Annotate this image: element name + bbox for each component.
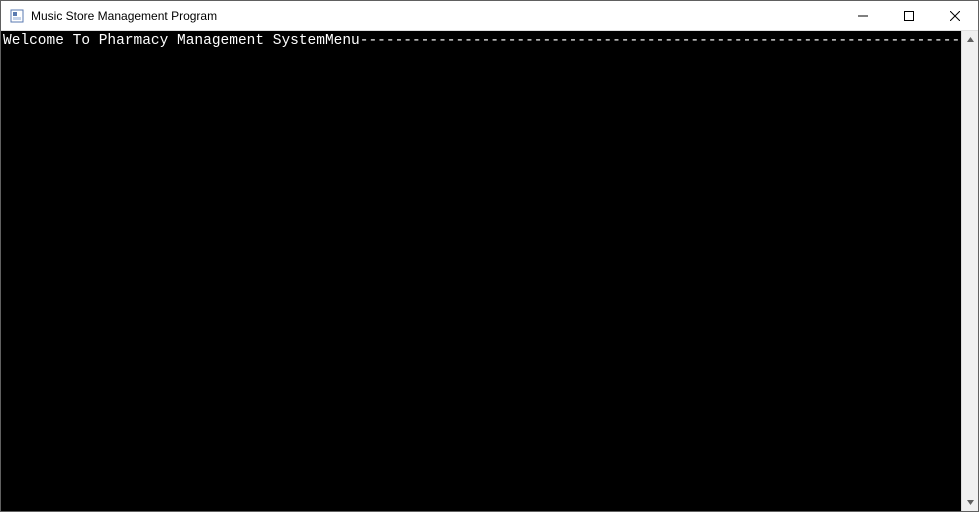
- scroll-down-button[interactable]: [962, 494, 978, 511]
- welcome-text: Welcome To Pharmacy Management System: [3, 33, 325, 49]
- app-window: Music Store Management Program Welcome T…: [0, 0, 979, 512]
- console-output: Welcome To Pharmacy Management SystemMen…: [1, 31, 961, 511]
- titlebar: Music Store Management Program: [1, 1, 978, 31]
- client-area: Welcome To Pharmacy Management SystemMen…: [1, 31, 978, 511]
- table-divider: ----------------------------------------…: [360, 33, 961, 49]
- app-icon: [9, 8, 25, 24]
- window-title: Music Store Management Program: [31, 9, 217, 23]
- minimize-button[interactable]: [840, 1, 886, 30]
- vertical-scrollbar[interactable]: [961, 31, 978, 511]
- window-controls: [840, 1, 978, 30]
- menu-label: Menu: [325, 33, 360, 49]
- scroll-up-button[interactable]: [962, 31, 978, 48]
- close-button[interactable]: [932, 1, 978, 30]
- maximize-button[interactable]: [886, 1, 932, 30]
- scroll-track[interactable]: [962, 48, 978, 494]
